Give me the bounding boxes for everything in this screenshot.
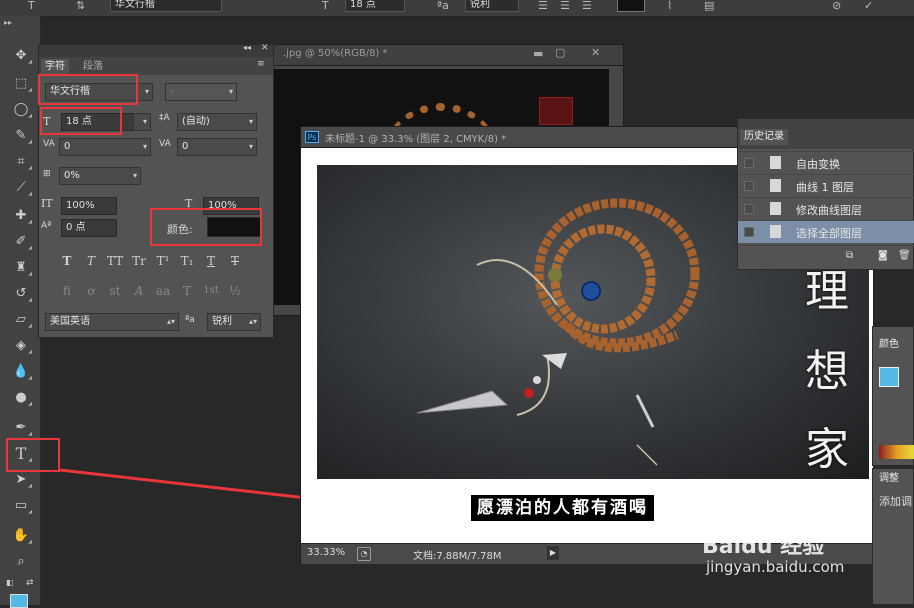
adjustments-add-label: 添加调: [879, 495, 912, 508]
snapshot-source-checkbox[interactable]: [744, 158, 754, 168]
ps-badge: Ps: [305, 131, 319, 143]
history-item-label: 曲线 1 图层: [796, 181, 854, 194]
zoom-level[interactable]: 33.33%: [307, 547, 345, 558]
snapshot-source-checkbox[interactable]: [744, 227, 754, 237]
history-item-label: 自由变换: [796, 158, 840, 171]
history-state-icon: [770, 179, 781, 192]
vertical-text-char-2: 想: [805, 346, 849, 397]
tab-history[interactable]: 历史记录: [740, 129, 788, 145]
history-state-icon: [770, 225, 781, 238]
status-menu-arrow-icon[interactable]: ▶: [547, 546, 559, 560]
history-state-icon: [770, 156, 781, 169]
new-document-from-state-icon[interactable]: ⧉: [846, 250, 853, 261]
document-size: 文档:7.88M/7.78M: [413, 551, 502, 562]
baidu-url: jingyan.baidu.com: [706, 558, 845, 576]
document-front-title: 未标题-1 @ 33.3% (图层 2, CMYK/8) *: [325, 134, 507, 145]
history-item[interactable]: 曲线 1 图层: [738, 174, 914, 197]
history-panel: 历史记录 自由变换 曲线 1 图层 修改曲线图层 选择全部图层 ⧉ ◙ 🗑: [737, 118, 914, 270]
history-tab-strip: 历史记录: [738, 119, 914, 149]
baidu-watermark: Baidu 经验 jingyan.baidu.com: [700, 528, 900, 600]
history-footer: ⧉ ◙ 🗑: [738, 245, 914, 268]
color-spectrum-bar[interactable]: [879, 445, 914, 459]
color-panel-swatch[interactable]: [879, 367, 899, 387]
history-item-label: 修改曲线图层: [796, 204, 862, 217]
history-item[interactable]: 自由变换: [738, 151, 914, 174]
history-item-selected[interactable]: 选择全部图层: [738, 220, 914, 243]
status-info-icon[interactable]: ◔: [357, 547, 371, 561]
snapshot-source-checkbox[interactable]: [744, 204, 754, 214]
tab-color[interactable]: 颜色: [875, 337, 903, 353]
baidu-brand: Baidu 经验: [702, 534, 825, 559]
history-item[interactable]: 修改曲线图层: [738, 197, 914, 220]
history-state-icon: [770, 202, 781, 215]
new-snapshot-icon[interactable]: ◙: [878, 250, 888, 261]
snapshot-source-checkbox[interactable]: [744, 181, 754, 191]
history-item-label: 选择全部图层: [796, 227, 862, 240]
caption-text: 愿漂泊的人都有酒喝: [477, 498, 648, 518]
delete-state-icon[interactable]: 🗑: [898, 250, 911, 261]
color-panel: 颜色: [872, 326, 914, 466]
vertical-text-char-3: 家: [805, 424, 849, 475]
caption-text-layer[interactable]: 愿漂泊的人都有酒喝: [471, 495, 654, 521]
tab-adjustments[interactable]: 调整: [875, 471, 903, 487]
